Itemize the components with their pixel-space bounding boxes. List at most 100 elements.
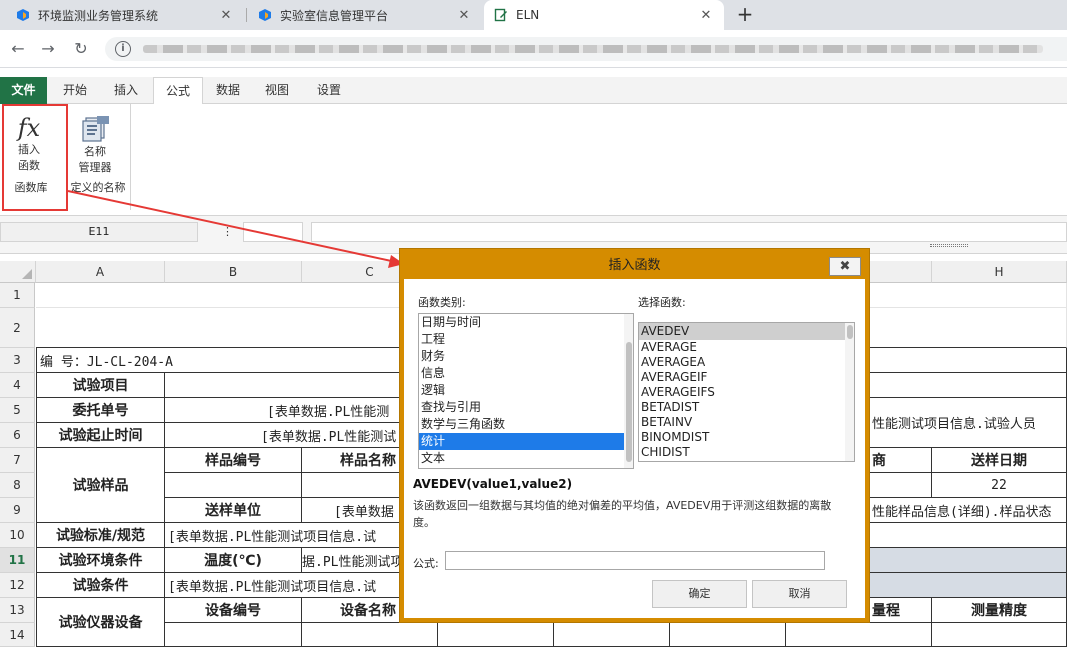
close-icon[interactable]: ✕: [218, 8, 234, 23]
cell-condition-rest[interactable]: [869, 573, 1067, 598]
cell-temperature-value[interactable]: 据.PL性能测试项: [302, 548, 400, 573]
name-box[interactable]: E11: [0, 222, 198, 242]
cell-sender-header[interactable]: 送样单位: [165, 498, 302, 523]
cell-r14-d[interactable]: [438, 623, 554, 647]
cell-selected-e11[interactable]: [869, 548, 1067, 573]
cell-order-no-value[interactable]: [表单数据.PL性能测: [165, 398, 400, 423]
tab-settings[interactable]: 设置: [305, 77, 353, 104]
info-icon[interactable]: i: [115, 41, 131, 57]
cell-accuracy-header[interactable]: 测量精度: [932, 598, 1067, 623]
cell-condition-label[interactable]: 试验条件: [36, 573, 165, 598]
cell-delivery-date-header[interactable]: 送样日期: [932, 448, 1067, 473]
row-header-14[interactable]: 14: [0, 623, 35, 647]
formula-input[interactable]: [311, 222, 1067, 242]
cell-standard-label[interactable]: 试验标准/规范: [36, 523, 165, 548]
row-header-10[interactable]: 10: [0, 523, 35, 548]
function-item-averageif[interactable]: AVERAGEIF: [639, 370, 854, 385]
tab-file[interactable]: 文件: [0, 77, 47, 104]
category-item-finance[interactable]: 财务: [419, 348, 633, 365]
cell-standard-value[interactable]: [表单数据.PL性能测试项目信息.试: [165, 523, 400, 548]
cell-equipment-label[interactable]: 试验仪器设备: [36, 598, 165, 647]
cell-equipment-name-value[interactable]: [302, 623, 438, 647]
cell-equipment-name-header[interactable]: 设备名称: [302, 598, 400, 623]
column-header-a[interactable]: A: [36, 261, 165, 283]
cancel-button[interactable]: 取消: [752, 580, 847, 608]
cell-equipment-no-header[interactable]: 设备编号: [165, 598, 302, 623]
function-list[interactable]: AVEDEV AVERAGE AVERAGEA AVERAGEIF AVERAG…: [638, 322, 855, 462]
function-scroll-thumb[interactable]: [847, 325, 853, 339]
formula-field[interactable]: [445, 551, 825, 570]
function-item-binomdist[interactable]: BINOMDIST: [639, 430, 854, 445]
category-scrollbar[interactable]: [624, 314, 633, 468]
category-item-math[interactable]: 数学与三角函数: [419, 416, 633, 433]
tab-data[interactable]: 数据: [204, 77, 252, 104]
cell-equipment-no-value[interactable]: [165, 623, 302, 647]
cell-r14-e[interactable]: [554, 623, 670, 647]
browser-tab-lims[interactable]: 实验室信息管理平台 ✕: [248, 0, 482, 30]
function-item-average[interactable]: AVERAGE: [639, 340, 854, 355]
function-item-averagea[interactable]: AVERAGEA: [639, 355, 854, 370]
cell-sample-no-value[interactable]: [165, 473, 302, 498]
row-header-9[interactable]: 9: [0, 498, 35, 523]
tab-formulas[interactable]: 公式: [153, 77, 204, 105]
cell-r14-g[interactable]: [786, 623, 932, 647]
back-arrow-icon[interactable]: ←: [8, 39, 28, 59]
cell-range-header[interactable]: 量程: [869, 598, 932, 623]
cell-temperature-label[interactable]: 温度(℃): [165, 548, 302, 573]
cell-sample-name-header[interactable]: 样品名称: [302, 448, 400, 473]
cell-supplier-value[interactable]: [869, 473, 932, 498]
category-item-text[interactable]: 文本: [419, 450, 633, 467]
browser-tab-eln[interactable]: ELN ✕: [484, 0, 724, 30]
function-item-betainv[interactable]: BETAINV: [639, 415, 854, 430]
function-item-betadist[interactable]: BETADIST: [639, 400, 854, 415]
row-header-7[interactable]: 7: [0, 448, 35, 473]
category-item-engineering[interactable]: 工程: [419, 331, 633, 348]
ok-button[interactable]: 确定: [652, 580, 747, 608]
column-header-b[interactable]: B: [165, 261, 302, 283]
category-item-logic[interactable]: 逻辑: [419, 382, 633, 399]
resize-handle[interactable]: [930, 244, 968, 247]
function-scrollbar[interactable]: [845, 323, 854, 461]
cell-sample-status[interactable]: 性能样品信息(详细).样品状态: [869, 498, 1067, 523]
close-icon[interactable]: ✕: [456, 8, 472, 23]
select-all-corner[interactable]: [0, 261, 36, 283]
tab-insert[interactable]: 插入: [102, 77, 150, 104]
cell-sender-value[interactable]: [表单数据: [302, 498, 400, 523]
cell-period-label[interactable]: 试验起止时间: [36, 423, 165, 448]
cell-sample-no-header[interactable]: 样品编号: [165, 448, 302, 473]
cell-sample-name-value[interactable]: [302, 473, 400, 498]
row-header-3[interactable]: 3: [0, 348, 35, 373]
category-scroll-thumb[interactable]: [626, 342, 632, 462]
row-header-2[interactable]: 2: [0, 308, 35, 348]
column-header-h[interactable]: H: [932, 261, 1067, 283]
row-header-1[interactable]: 1: [0, 283, 35, 308]
tab-view[interactable]: 视图: [253, 77, 301, 104]
cell-r14-f[interactable]: [670, 623, 786, 647]
cell-sample-label[interactable]: 试验样品: [36, 448, 165, 523]
row-header-4[interactable]: 4: [0, 373, 35, 398]
function-item-averageifs[interactable]: AVERAGEIFS: [639, 385, 854, 400]
row-header-11[interactable]: 11: [0, 548, 35, 573]
tab-home[interactable]: 开始: [51, 77, 99, 104]
cell-supplier-header[interactable]: 商: [869, 448, 932, 473]
cell-delivery-date-value[interactable]: 22: [932, 473, 1067, 498]
reload-icon[interactable]: ↻: [71, 39, 91, 59]
cell-tester-value[interactable]: 性能测试项目信息.试验人员: [869, 398, 1067, 448]
close-icon[interactable]: ✕: [698, 8, 714, 23]
category-item-lookup[interactable]: 查找与引用: [419, 399, 633, 416]
name-manager-button[interactable]: 名称 管理器: [72, 114, 118, 176]
browser-tab-env-monitor[interactable]: 环境监测业务管理系统 ✕: [6, 0, 244, 30]
cell-r14-h[interactable]: [932, 623, 1067, 647]
url-field[interactable]: i: [105, 37, 1067, 61]
forward-arrow-icon[interactable]: →: [38, 39, 58, 59]
cell-period-value[interactable]: [表单数据.PL性能测试: [165, 423, 400, 448]
cell-test-item-label[interactable]: 试验项目: [36, 373, 165, 398]
category-item-statistics[interactable]: 统计: [419, 433, 633, 450]
close-icon[interactable]: ✖: [829, 257, 861, 276]
function-item-chidist[interactable]: CHIDIST: [639, 445, 854, 460]
row-header-5[interactable]: 5: [0, 398, 35, 423]
row-header-6[interactable]: 6: [0, 423, 35, 448]
row-header-13[interactable]: 13: [0, 598, 35, 623]
cell-env-label[interactable]: 试验环境条件: [36, 548, 165, 573]
cell-condition-value[interactable]: [表单数据.PL性能测试项目信息.试: [165, 573, 400, 598]
